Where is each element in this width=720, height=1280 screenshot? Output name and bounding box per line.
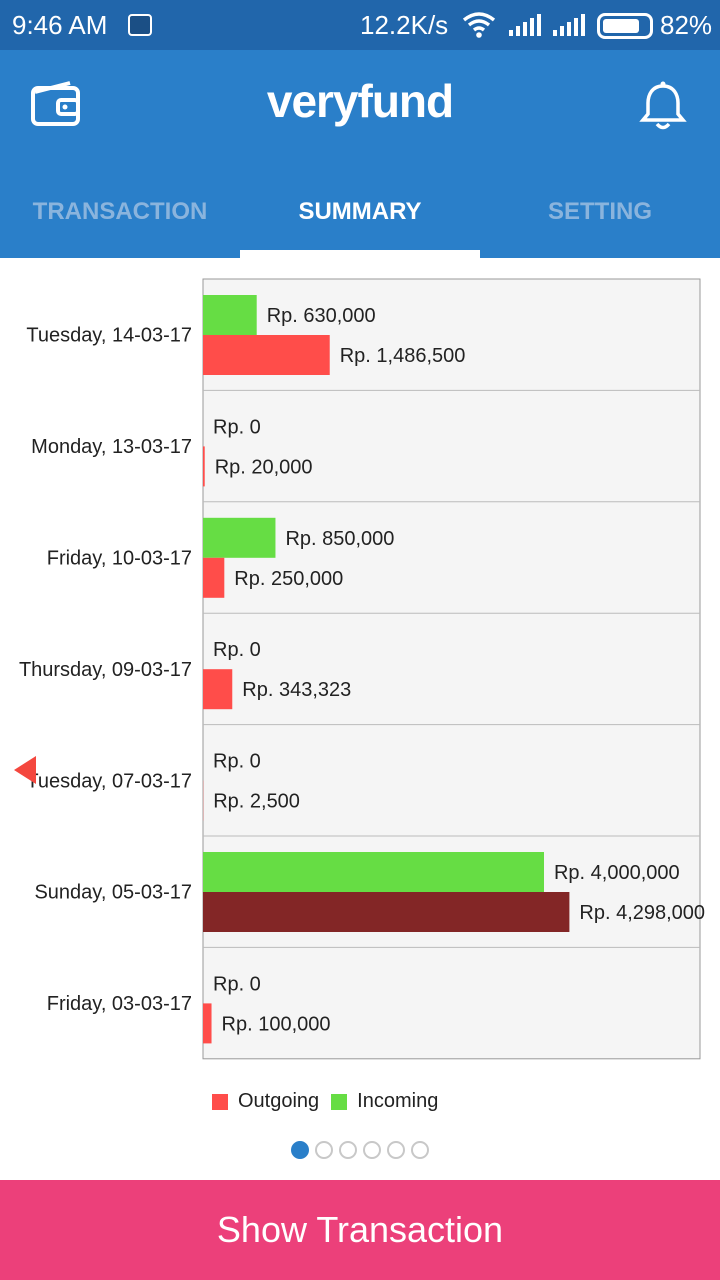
- category-label: Tuesday, 07-03-17: [26, 770, 192, 792]
- tab-setting[interactable]: SETTING: [480, 180, 720, 258]
- bar-outgoing[interactable]: [203, 892, 570, 932]
- plot-area: [202, 278, 701, 1060]
- bar-incoming[interactable]: [203, 852, 544, 892]
- bar-value-label: Rp. 630,000: [267, 305, 376, 327]
- show-transaction-button[interactable]: Show Transaction: [0, 1180, 720, 1280]
- page-dot[interactable]: [339, 1141, 357, 1159]
- category-label: Friday, 03-03-17: [47, 993, 192, 1015]
- category-label: Sunday, 05-03-17: [34, 882, 192, 904]
- app-bar: veryfund TRANSACTION SUMMARY SETTING: [0, 50, 720, 258]
- bar-outgoing[interactable]: [203, 557, 225, 598]
- signal-icon-2: [553, 14, 585, 36]
- bbm-notification-icon: [128, 14, 152, 36]
- page-dot[interactable]: [363, 1141, 381, 1159]
- bar-value-label: Rp. 4,298,000: [579, 902, 705, 924]
- bar-value-label: Rp. 0: [213, 416, 261, 438]
- bar-incoming[interactable]: [203, 517, 276, 558]
- legend-outgoing-swatch: [212, 1093, 228, 1110]
- category-label: Friday, 10-03-17: [47, 548, 192, 570]
- battery-percent: 82%: [660, 10, 713, 40]
- battery-icon: [597, 13, 653, 39]
- network-speed: 12.2K/s: [360, 10, 449, 40]
- status-bar: 9:46 AM 12.2K/s 82%: [0, 0, 720, 50]
- bar-value-label: Rp. 1,486,500: [340, 345, 466, 367]
- tab-bar: TRANSACTION SUMMARY SETTING: [0, 180, 720, 258]
- page-dot[interactable]: [387, 1141, 405, 1159]
- legend-incoming-swatch: [331, 1093, 348, 1110]
- legend-incoming-label: Incoming: [357, 1090, 439, 1112]
- legend-item-incoming: Incoming: [331, 1090, 438, 1113]
- bar-value-label: Rp. 343,323: [242, 679, 351, 701]
- bar-value-label: Rp. 0: [213, 751, 261, 773]
- bar-incoming[interactable]: [203, 295, 257, 335]
- legend-outgoing-label: Outgoing: [238, 1090, 320, 1112]
- tab-transaction[interactable]: TRANSACTION: [0, 180, 240, 258]
- bar-value-label: Rp. 850,000: [285, 528, 394, 550]
- bar-value-label: Rp. 250,000: [234, 568, 343, 590]
- page-dot[interactable]: [291, 1141, 309, 1159]
- legend-item-outgoing: Outgoing: [212, 1090, 319, 1113]
- page-indicator: [0, 1141, 720, 1159]
- wifi-icon: [462, 12, 496, 38]
- page-dot[interactable]: [411, 1141, 429, 1159]
- tab-summary[interactable]: SUMMARY: [240, 180, 480, 258]
- category-label: Thursday, 09-03-17: [19, 659, 192, 681]
- bar-outgoing[interactable]: [203, 335, 330, 375]
- bar-value-label: Rp. 0: [213, 973, 261, 995]
- bar-value-label: Rp. 20,000: [215, 456, 313, 478]
- page-dot[interactable]: [315, 1141, 333, 1159]
- bar-value-label: Rp. 4,000,000: [554, 862, 680, 884]
- chart-legend: Outgoing Incoming: [212, 1090, 450, 1113]
- summary-bar-chart: Tuesday, 14-03-17 Rp. 630,000 Rp. 1,486,50…: [19, 278, 705, 1060]
- bar-outgoing[interactable]: [203, 1003, 212, 1044]
- status-time: 9:46 AM: [12, 10, 108, 40]
- app-logo: veryfund: [266, 75, 454, 127]
- bell-icon[interactable]: [638, 80, 688, 132]
- bar-value-label: Rp. 2,500: [213, 791, 300, 813]
- bar-value-label: Rp. 0: [213, 639, 261, 661]
- bar-outgoing[interactable]: [203, 669, 233, 710]
- signal-icon: [509, 14, 541, 36]
- previous-page-arrow-icon[interactable]: [14, 756, 36, 784]
- category-label: Tuesday, 14-03-17: [26, 325, 192, 347]
- bar-value-label: Rp. 100,000: [222, 1013, 331, 1035]
- category-label: Monday, 13-03-17: [31, 436, 192, 458]
- bar-outgoing[interactable]: [203, 446, 205, 487]
